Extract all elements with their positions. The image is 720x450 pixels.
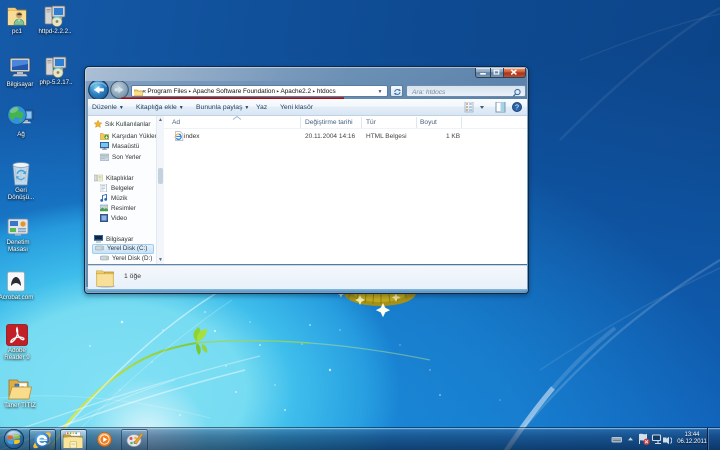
svg-text:?: ? xyxy=(515,105,519,112)
